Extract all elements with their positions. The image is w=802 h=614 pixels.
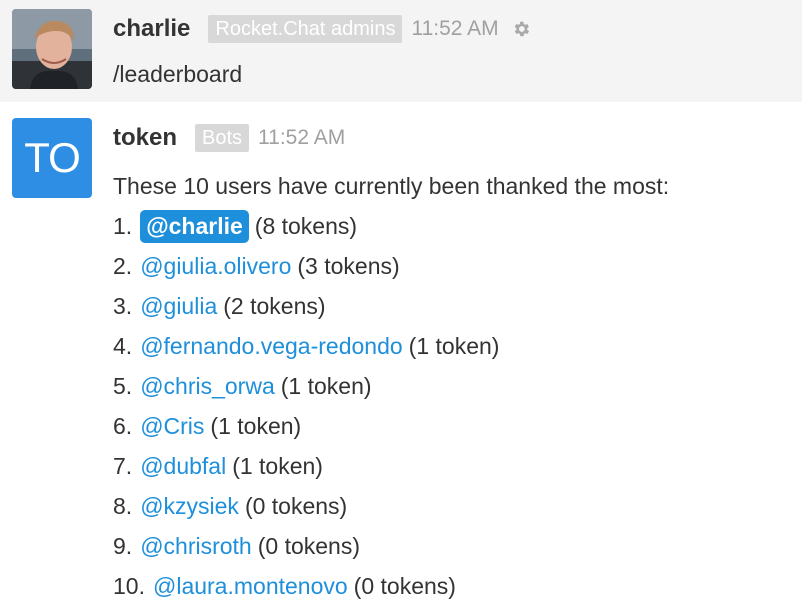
message-header: token Bots 11:52 AM (113, 123, 345, 153)
timestamp[interactable]: 11:52 AM (258, 126, 345, 150)
user-mention-link[interactable]: @kzysiek (140, 493, 239, 520)
leaderboard-row: 5. @chris_orwa (1 token) (113, 366, 499, 406)
message-header: charlie Rocket.Chat admins 11:52 AM (113, 14, 531, 44)
rank-number: 6. (113, 412, 133, 439)
leaderboard-row: 10. @laura.montenovo (0 tokens) (113, 566, 499, 606)
rank-number: 8. (113, 492, 133, 519)
message-token-bot: TO token Bots 11:52 AM These 10 users ha… (0, 102, 802, 614)
rank-number: 10. (113, 572, 145, 599)
user-photo-icon (12, 9, 92, 89)
leaderboard-row: 8. @kzysiek (0 tokens) (113, 486, 499, 526)
username[interactable]: token (113, 124, 177, 152)
user-mention-link[interactable]: @dubfal (140, 453, 226, 480)
rank-number: 3. (113, 292, 133, 319)
user-mention-link[interactable]: @giulia (140, 293, 217, 320)
user-mention-link[interactable]: @charlie (140, 209, 249, 243)
role-badge: Bots (195, 124, 250, 152)
username[interactable]: charlie (113, 15, 190, 43)
token-count: (0 tokens) (244, 492, 348, 519)
user-mention-link[interactable]: @giulia.olivero (140, 253, 291, 280)
message-text: /leaderboard (113, 61, 243, 87)
token-count: (8 tokens) (254, 212, 358, 239)
message-charlie: charlie Rocket.Chat admins 11:52 AM /lea… (0, 0, 802, 102)
message-intro: These 10 users have currently been thank… (113, 173, 670, 199)
leaderboard-row: 9. @chrisroth (0 tokens) (113, 526, 499, 566)
token-count: (1 token) (280, 372, 372, 399)
token-count: (1 token) (408, 332, 500, 359)
timestamp[interactable]: 11:52 AM (411, 17, 498, 41)
token-count: (2 tokens) (223, 292, 326, 319)
rank-number: 1. (113, 212, 133, 239)
token-count: (1 token) (210, 412, 302, 439)
rank-number: 2. (113, 252, 133, 279)
user-mention-link[interactable]: @laura.montenovo (153, 573, 348, 600)
leaderboard-list: 1. @charlie (8 tokens) 2. @giulia.olivero (3 … (113, 206, 499, 606)
leaderboard-row: 1. @charlie (8 tokens) (113, 206, 499, 246)
leaderboard-row: 6. @Cris (1 token) (113, 406, 499, 446)
user-avatar[interactable] (12, 9, 92, 89)
rank-number: 9. (113, 532, 133, 559)
rank-number: 5. (113, 372, 133, 399)
leaderboard-row: 4. @fernando.vega-redondo (1 token) (113, 326, 499, 366)
user-mention-link[interactable]: @Cris (140, 413, 204, 440)
role-badge: Rocket.Chat admins (208, 15, 403, 43)
bot-avatar[interactable]: TO (12, 118, 92, 198)
leaderboard-row: 2. @giulia.olivero (3 tokens) (113, 246, 499, 286)
leaderboard-row: 7. @dubfal (1 token) (113, 446, 499, 486)
token-count: (3 tokens) (297, 252, 400, 279)
token-count: (0 tokens) (257, 532, 360, 559)
gear-icon[interactable] (511, 19, 531, 39)
leaderboard-row: 3. @giulia (2 tokens) (113, 286, 499, 326)
token-count: (1 token) (232, 452, 323, 479)
rank-number: 7. (113, 452, 133, 479)
rank-number: 4. (113, 332, 133, 359)
user-mention-link[interactable]: @chrisroth (140, 533, 252, 560)
token-count: (0 tokens) (353, 572, 456, 599)
user-mention-link[interactable]: @fernando.vega-redondo (140, 333, 402, 360)
avatar-initials: TO (24, 134, 81, 181)
user-mention-link[interactable]: @chris_orwa (140, 373, 275, 400)
